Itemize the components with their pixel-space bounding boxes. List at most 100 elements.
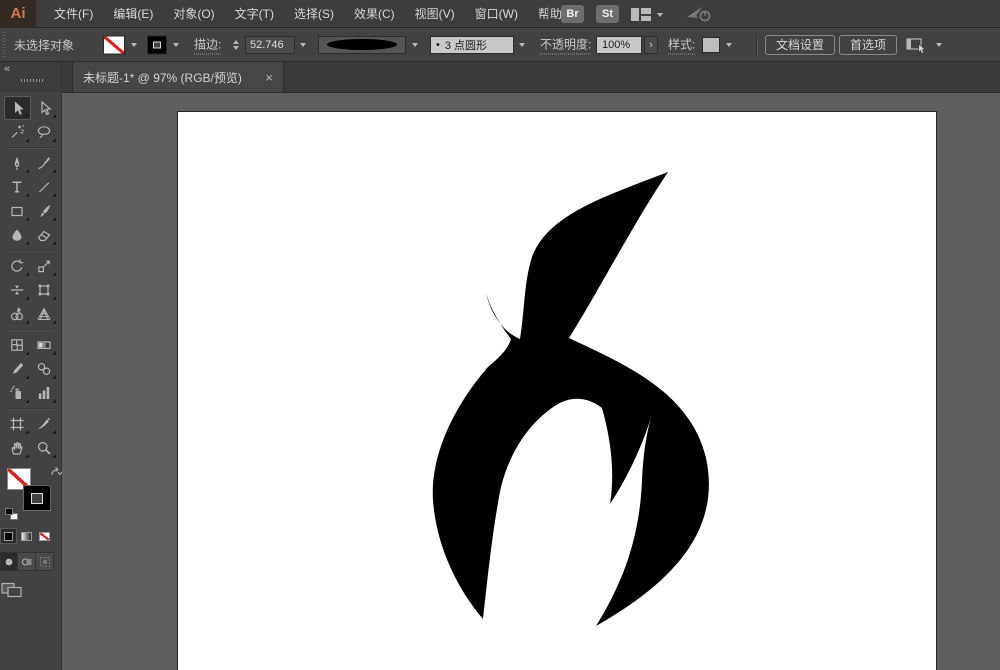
select-similar-dropdown[interactable]: [932, 36, 946, 54]
magic-wand-tool[interactable]: [4, 120, 31, 144]
canvas-pasteboard[interactable]: [62, 92, 1000, 670]
brush-ellipse-icon: [327, 39, 397, 50]
default-fill-stroke-icon[interactable]: [5, 508, 18, 520]
close-icon[interactable]: ×: [265, 70, 273, 85]
eyedropper-tool[interactable]: [4, 357, 31, 381]
eraser-tool[interactable]: [31, 223, 58, 247]
brush-definition-field[interactable]: • 3 点圆形: [430, 35, 514, 54]
cs-live-icon[interactable]: [685, 4, 719, 24]
style-label[interactable]: 样式:: [668, 35, 696, 54]
paintbrush-tool[interactable]: [31, 199, 58, 223]
blob-brush-tool[interactable]: [4, 223, 31, 247]
opacity-expand-button[interactable]: ›: [644, 35, 658, 54]
collapse-toolbar-button[interactable]: «: [4, 63, 10, 75]
chevron-down-icon: [519, 43, 525, 50]
width-tool[interactable]: [4, 278, 31, 302]
line-segment-tool[interactable]: [31, 175, 58, 199]
stroke-weight-dropdown[interactable]: [296, 36, 310, 54]
pencil-tool[interactable]: [31, 151, 58, 175]
toolbar-panel: «: [0, 62, 62, 670]
type-tool[interactable]: [4, 175, 31, 199]
menu-bar: Ai 文件(F) 编辑(E) 对象(O) 文字(T) 选择(S) 效果(C) 视图(V) 窗口…: [0, 0, 1000, 28]
draw-inside-button[interactable]: [36, 552, 54, 571]
mesh-tool[interactable]: [4, 333, 31, 357]
preferences-button[interactable]: 首选项: [839, 34, 898, 55]
panel-grip[interactable]: [2, 32, 6, 57]
toolbar-header: «: [0, 62, 61, 92]
draw-behind-button[interactable]: [18, 552, 36, 571]
fill-dropdown-button[interactable]: [127, 36, 141, 54]
variable-width-dropdown[interactable]: [408, 36, 422, 54]
stroke-weight-label[interactable]: 描边:: [194, 35, 222, 54]
shape-builder-tool[interactable]: [4, 302, 31, 326]
direct-selection-tool[interactable]: [31, 96, 58, 120]
control-bar: 未选择对象 描边: 52.746 • 3 点圆形 不透明度: 100% › 样式…: [0, 28, 1000, 62]
chevron-down-icon: [173, 43, 179, 50]
free-transform-tool[interactable]: [31, 278, 58, 302]
toolbar-separator: [7, 329, 54, 330]
blend-tool[interactable]: [31, 357, 58, 381]
selection-tool[interactable]: [3, 96, 31, 120]
document-tab[interactable]: 未标题-1* @ 97% (RGB/预览) ×: [72, 62, 284, 92]
rotate-tool[interactable]: [4, 254, 31, 278]
drawing-mode-buttons: [0, 552, 61, 571]
menu-item-5[interactable]: 效果(C): [344, 0, 405, 28]
select-similar-icon[interactable]: [906, 37, 928, 53]
gradient-button[interactable]: [18, 528, 35, 544]
stroke-dropdown-button[interactable]: [169, 36, 183, 54]
bridge-button[interactable]: Br: [561, 5, 584, 23]
perspective-grid-tool[interactable]: [31, 302, 58, 326]
selection-status: 未选择对象: [14, 38, 75, 52]
menu-item-0[interactable]: 文件(F): [44, 0, 103, 28]
menu-item-3[interactable]: 文字(T): [225, 0, 284, 28]
draw-normal-button[interactable]: [0, 552, 18, 571]
brush-name: 3 点圆形: [444, 39, 488, 52]
scale-tool[interactable]: [31, 254, 58, 278]
slice-tool[interactable]: [31, 412, 58, 436]
color-button[interactable]: [0, 528, 17, 544]
menu-item-7[interactable]: 窗口(W): [465, 0, 528, 28]
swap-fill-stroke-icon[interactable]: [50, 467, 62, 479]
symbol-sprayer-tool[interactable]: [4, 381, 31, 405]
style-swatch[interactable]: [702, 36, 720, 53]
pen-tool[interactable]: [4, 151, 31, 175]
chevron-down-icon: [131, 43, 137, 50]
menu-item-1[interactable]: 编辑(E): [103, 0, 163, 28]
stroke-weight-stepper[interactable]: [233, 37, 239, 53]
artboard[interactable]: [177, 111, 937, 670]
chevron-down-icon: [726, 43, 732, 50]
rectangle-tool[interactable]: [4, 199, 31, 223]
brush-dropdown-button[interactable]: [515, 36, 529, 54]
flame-shape[interactable]: [432, 172, 709, 626]
app-logo-icon: Ai: [0, 0, 36, 28]
document-tab-bar: 未标题-1* @ 97% (RGB/预览) ×: [62, 62, 1000, 92]
none-button[interactable]: [36, 528, 53, 544]
menu-item-2[interactable]: 对象(O): [163, 0, 224, 28]
stock-button[interactable]: St: [596, 5, 619, 23]
style-dropdown-button[interactable]: [722, 36, 736, 54]
chevron-down-icon[interactable]: [657, 12, 663, 20]
menu-item-4[interactable]: 选择(S): [284, 0, 344, 28]
screen-mode-icon[interactable]: [0, 581, 24, 599]
control-separator: [756, 33, 757, 56]
color-type-buttons: [0, 528, 61, 544]
artboard-tool[interactable]: [4, 412, 31, 436]
opacity-label[interactable]: 不透明度:: [540, 35, 592, 54]
hand-tool[interactable]: [4, 436, 31, 460]
fill-color-swatch[interactable]: [103, 35, 125, 54]
menu-item-6[interactable]: 视图(V): [405, 0, 465, 28]
toolbar-grip[interactable]: [21, 79, 43, 82]
stroke-color-swatch[interactable]: [147, 35, 167, 54]
lasso-tool[interactable]: [31, 120, 58, 144]
stroke-weight-field[interactable]: 52.746: [245, 35, 295, 54]
menu-bar-right: Br St: [548, 0, 719, 28]
zoom-tool[interactable]: [31, 436, 58, 460]
opacity-field[interactable]: 100%: [596, 35, 642, 54]
stroke-proxy-swatch[interactable]: [23, 485, 51, 511]
brush-stroke-preview[interactable]: [318, 35, 406, 54]
document-setup-button[interactable]: 文档设置: [765, 34, 836, 55]
workspace-switcher-icon[interactable]: [631, 7, 651, 21]
column-graph-tool[interactable]: [31, 381, 58, 405]
gradient-tool[interactable]: [31, 333, 58, 357]
document-tab-title: 未标题-1* @ 97% (RGB/预览): [83, 70, 242, 85]
